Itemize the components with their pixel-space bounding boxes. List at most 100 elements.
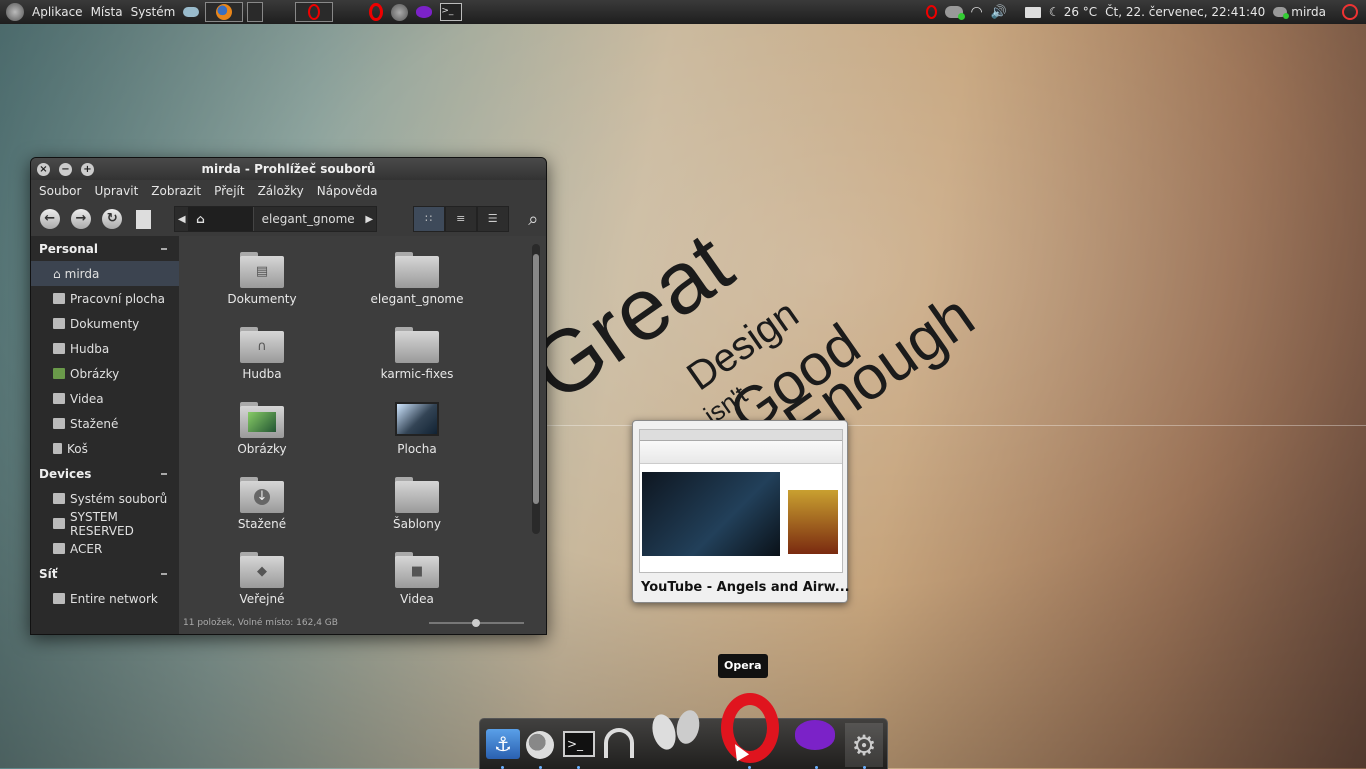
sidebar-item-mirda[interactable]: ⌂ mirda <box>31 261 179 286</box>
compact-view-icon[interactable]: ☰ <box>476 206 509 232</box>
menu-zobrazit[interactable]: Zobrazit <box>143 184 206 198</box>
sidebar-item-pictures[interactable]: Obrázky <box>31 361 179 386</box>
opera-indicator-icon[interactable] <box>925 5 937 19</box>
dock: ⚓ >_ ⚙ <box>479 693 888 769</box>
forward-button[interactable]: → <box>68 206 93 232</box>
new-document-button[interactable] <box>131 206 156 232</box>
scrollbar[interactable] <box>532 244 540 534</box>
launcher-pidgin[interactable] <box>412 0 436 24</box>
sidebar-item-downloads[interactable]: Stažené <box>31 411 179 436</box>
cloud-icon[interactable] <box>179 0 203 24</box>
collapse-icon[interactable] <box>161 572 167 575</box>
maximize-icon[interactable]: + <box>81 162 94 176</box>
sidebar-item-music[interactable]: Hudba <box>31 336 179 361</box>
sidebar-heading-network[interactable]: Síť <box>31 561 179 586</box>
home-icon: ⌂ <box>196 212 205 226</box>
menu-places[interactable]: Místa <box>87 0 127 24</box>
sidebar-item-videos[interactable]: Videa <box>31 386 179 411</box>
launcher-opera[interactable] <box>365 0 387 24</box>
menu-zalozky[interactable]: Záložky <box>250 184 309 198</box>
menu-applications[interactable]: Aplikace <box>28 0 87 24</box>
browser-thumbnail[interactable] <box>639 429 843 573</box>
zoom-slider-knob[interactable] <box>472 619 480 627</box>
sidebar-item-trash[interactable]: Koš <box>31 436 179 461</box>
launcher-firefox[interactable] <box>387 0 412 24</box>
pidgin-icon <box>416 6 433 18</box>
user-name[interactable]: mirda <box>1291 5 1326 19</box>
crumb-home[interactable]: ⌂ mirda <box>188 207 254 250</box>
minimize-icon[interactable]: − <box>59 162 72 176</box>
path-left-icon[interactable]: ◀ <box>175 214 188 225</box>
task-firefox[interactable] <box>205 2 244 22</box>
task-blank[interactable] <box>247 2 264 22</box>
scrollbar-thumb[interactable] <box>533 254 539 504</box>
pictures-folder-icon <box>240 402 284 438</box>
dock-settings[interactable]: ⚙ <box>845 723 883 767</box>
file-item-karmic-fixes[interactable]: karmic-fixes <box>342 327 492 381</box>
window-preview-popup[interactable]: YouTube - Angels and Airw... <box>632 420 850 603</box>
dock-feet[interactable] <box>646 707 708 757</box>
file-item-hudba[interactable]: ∩ Hudba <box>187 327 337 381</box>
menu-upravit[interactable]: Upravit <box>86 184 143 198</box>
dock-headphones[interactable] <box>600 723 638 763</box>
file-item-stazene[interactable]: ↓ Stažené <box>187 477 337 531</box>
sidebar-heading-devices[interactable]: Devices <box>31 461 179 486</box>
sidebar-item-system-reserved[interactable]: SYSTEM RESERVED <box>31 510 179 538</box>
folder-icon <box>395 327 439 363</box>
sidebar-item-entire-network[interactable]: Entire network <box>31 586 179 611</box>
file-item-sablony[interactable]: Šablony <box>342 477 492 531</box>
sidebar: Personal ⌂ mirda Pracovní plocha Dokument… <box>31 236 179 634</box>
zoom-slider[interactable] <box>429 619 524 627</box>
dock-firefox[interactable] <box>524 729 556 761</box>
crumb-elegant-gnome[interactable]: elegant_gnome <box>254 207 363 231</box>
search-icon: ⌕ <box>528 208 539 230</box>
reload-button[interactable]: ↻ <box>100 206 125 232</box>
mail-icon[interactable] <box>1024 6 1041 18</box>
dock-opera[interactable] <box>718 691 782 765</box>
menu-napoveda[interactable]: Nápověda <box>309 184 383 198</box>
dock-terminal[interactable]: >_ <box>562 729 596 759</box>
launcher-terminal[interactable]: >_ <box>436 0 466 24</box>
file-item-verejne[interactable]: ◆ Veřejné <box>187 552 337 606</box>
dock-anchor[interactable]: ⚓ <box>486 729 520 759</box>
collapse-icon[interactable] <box>161 472 167 475</box>
file-item-dokumenty[interactable]: ▤ Dokumenty <box>187 252 337 306</box>
view-switcher: ∷ ≡ ☰ <box>412 206 509 232</box>
folder-icon <box>395 252 439 288</box>
clock[interactable]: Čt, 22. červenec, 22:41:40 <box>1105 5 1265 19</box>
file-item-plocha[interactable]: Plocha <box>342 402 492 456</box>
folder-icon <box>53 368 65 379</box>
icon-view-icon[interactable]: ∷ <box>412 206 445 232</box>
search-button[interactable]: ⌕ <box>521 206 546 232</box>
close-icon[interactable]: × <box>37 162 50 176</box>
drive-icon <box>53 518 65 529</box>
back-button[interactable]: ← <box>37 206 62 232</box>
task-opera[interactable] <box>295 2 334 22</box>
window-titlebar[interactable]: × − + mirda - Prohlížeč souborů <box>31 158 546 180</box>
volume-icon[interactable]: 🔊 <box>991 5 1007 20</box>
menu-system[interactable]: Systém <box>127 0 180 24</box>
collapse-icon[interactable] <box>161 247 167 250</box>
path-right-icon[interactable]: ▶ <box>363 214 376 225</box>
sidebar-item-filesystem[interactable]: Systém souborů <box>31 486 179 511</box>
sidebar-item-desktop[interactable]: Pracovní plocha <box>31 286 179 311</box>
power-icon[interactable] <box>1342 4 1358 20</box>
ubuntu-logo-icon[interactable] <box>6 3 24 21</box>
menu-soubor[interactable]: Soubor <box>31 184 86 198</box>
file-item-elegant-gnome[interactable]: elegant_gnome <box>342 252 492 306</box>
sidebar-item-documents[interactable]: Dokumenty <box>31 311 179 336</box>
file-item-videa[interactable]: ■ Videa <box>342 552 492 606</box>
wifi-icon[interactable]: ◠ <box>971 4 983 20</box>
weather-temp[interactable]: 26 °C <box>1064 5 1097 19</box>
sidebar-heading-personal[interactable]: Personal <box>31 236 179 261</box>
dock-pidgin[interactable] <box>792 715 838 755</box>
headphones-icon <box>604 728 634 758</box>
sidebar-item-acer[interactable]: ACER <box>31 536 179 561</box>
network-icon[interactable] <box>944 6 965 20</box>
file-item-obrazky[interactable]: Obrázky <box>187 402 337 456</box>
video-folder-icon: ■ <box>395 552 439 588</box>
user-status-icon[interactable] <box>1273 7 1290 19</box>
menu-prejit[interactable]: Přejít <box>206 184 249 198</box>
public-folder-icon: ◆ <box>240 552 284 588</box>
list-view-icon[interactable]: ≡ <box>444 206 477 232</box>
